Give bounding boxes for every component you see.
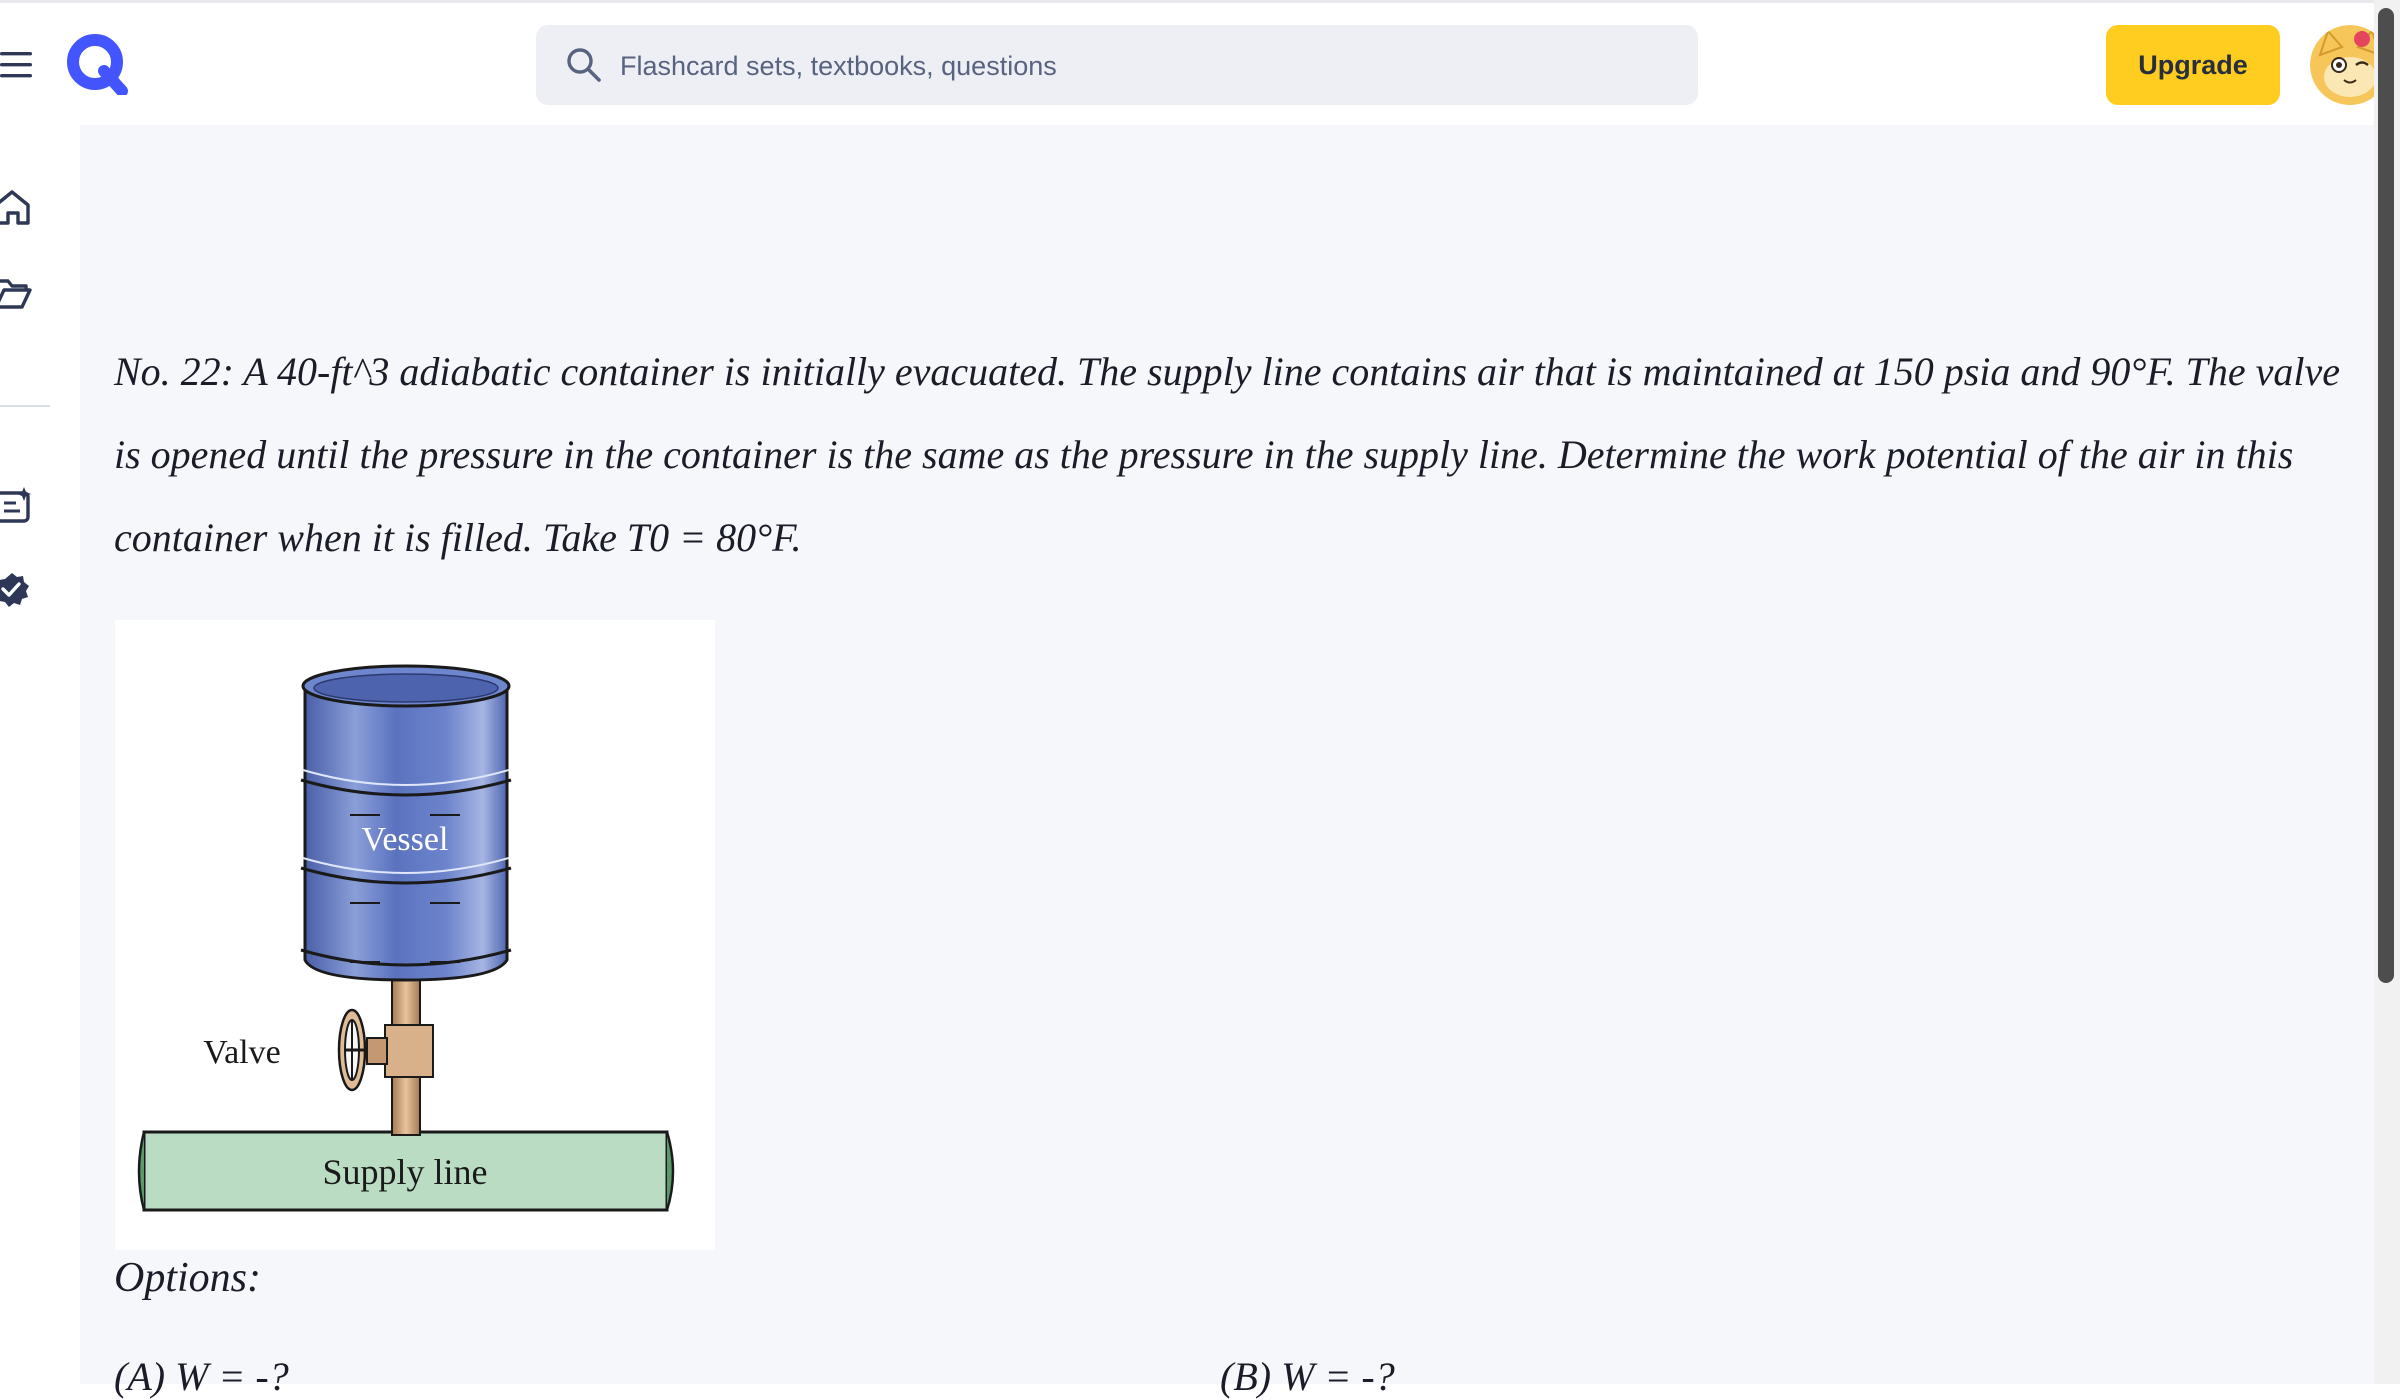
option-b[interactable]: (B) W = -? <box>1220 1353 1395 1400</box>
quizlet-logo-icon[interactable] <box>66 33 128 97</box>
vertical-scrollbar[interactable] <box>2374 0 2400 1384</box>
main-content: No. 22: A 40-ft^3 adiabatic container is… <box>80 125 2374 1399</box>
search-icon <box>564 45 604 85</box>
question-body: A 40-ft^3 adiabatic container is initial… <box>114 349 2341 560</box>
valve-body <box>384 1024 434 1078</box>
question-text: No. 22: A 40-ft^3 adiabatic container is… <box>114 330 2354 579</box>
supply-line-label: Supply line <box>322 1152 487 1192</box>
search-input[interactable] <box>618 25 1672 107</box>
top-header: Upgrade <box>0 3 2390 125</box>
verified-badge-icon[interactable] <box>0 569 34 609</box>
question-number: No. 22: <box>114 349 234 394</box>
question-figure: Vessel Valve Supply line <box>115 620 715 1250</box>
home-icon[interactable] <box>0 187 34 227</box>
valve-label: Valve <box>203 1034 280 1071</box>
hamburger-menu-icon[interactable] <box>0 47 32 83</box>
upgrade-button[interactable]: Upgrade <box>2106 25 2280 105</box>
folder-icon[interactable] <box>0 273 34 313</box>
options-heading: Options: <box>114 1255 261 1301</box>
option-a[interactable]: (A) W = -? <box>114 1353 289 1400</box>
valve-wheel-icon <box>337 1008 367 1092</box>
flashcards-sparkle-icon[interactable] <box>0 485 34 525</box>
search-bar[interactable] <box>536 25 1698 107</box>
scrollbar-thumb[interactable] <box>2378 8 2394 983</box>
sidebar-divider <box>0 405 50 407</box>
left-sidebar <box>0 125 80 1384</box>
vessel-label: Vessel <box>362 821 449 858</box>
